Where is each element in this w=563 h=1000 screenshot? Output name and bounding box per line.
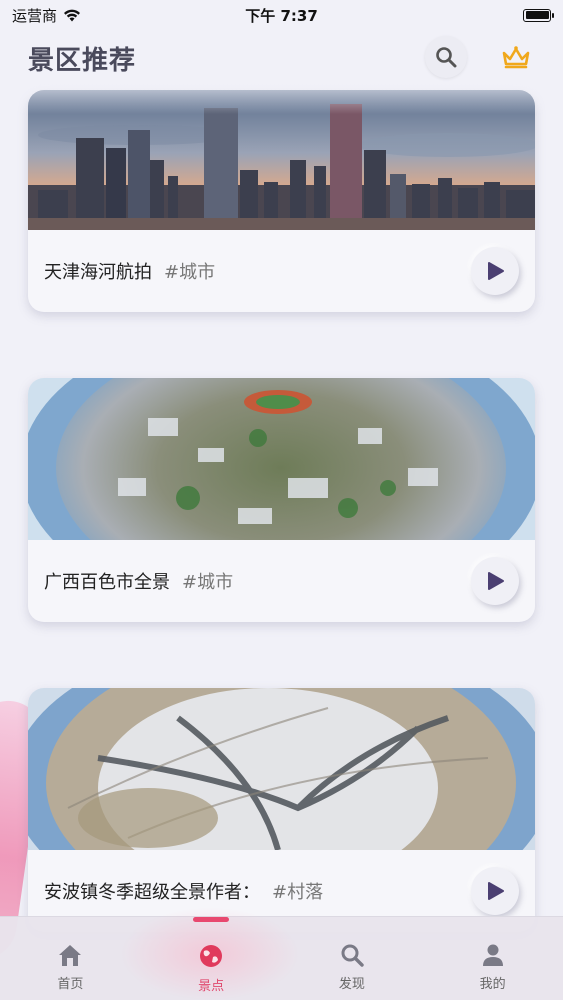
tab-profile[interactable]: 我的	[422, 917, 563, 1000]
play-icon	[488, 882, 504, 900]
tab-scenic[interactable]: 景点	[141, 917, 282, 1000]
tab-label: 发现	[338, 977, 365, 992]
tab-label: 我的	[479, 977, 506, 992]
card-tag: #城市	[164, 262, 216, 283]
tab-bar: 首页 景点 发现 我的	[0, 907, 563, 1000]
scenic-card[interactable]: 安波镇冬季超级全景作者： #村落	[28, 688, 535, 932]
header: 景区推荐	[0, 30, 563, 114]
play-button[interactable]	[471, 557, 519, 605]
tab-label: 首页	[57, 977, 84, 992]
play-icon	[488, 262, 504, 280]
battery-icon	[523, 8, 554, 22]
tiny-planet-city-photo	[28, 378, 535, 540]
person-icon	[482, 944, 503, 966]
home-icon	[59, 945, 82, 966]
card-title: 安波镇冬季超级全景作者：	[44, 882, 260, 903]
globe-icon	[200, 945, 223, 967]
scenic-card[interactable]: 天津海河航拍 #城市	[28, 90, 535, 312]
card-footer: 广西百色市全景 #城市	[28, 540, 535, 622]
vip-button[interactable]	[495, 36, 537, 78]
tiny-planet-snow-highway-photo	[28, 688, 535, 850]
crown-icon	[502, 46, 530, 69]
tab-home[interactable]: 首页	[0, 917, 141, 1000]
status-time: 下午 7:37	[245, 6, 318, 25]
play-button[interactable]	[471, 867, 519, 915]
wifi-icon	[64, 9, 81, 21]
tab-discover[interactable]: 发现	[282, 917, 423, 1000]
page-title: 景区推荐	[28, 46, 137, 76]
scenic-card[interactable]: 广西百色市全景 #城市	[28, 378, 535, 622]
active-tab-indicator	[193, 917, 230, 922]
search-button[interactable]	[425, 36, 467, 78]
tab-label: 景点	[198, 979, 225, 994]
card-title: 天津海河航拍	[44, 262, 152, 283]
search-icon	[436, 47, 457, 68]
card-tag: #城市	[182, 572, 234, 593]
card-tag: #村落	[272, 882, 324, 903]
search-icon	[341, 944, 364, 967]
card-title: 广西百色市全景	[44, 572, 170, 593]
play-icon	[488, 572, 504, 590]
card-footer: 天津海河航拍 #城市	[28, 230, 535, 312]
carrier-label: 运营商	[12, 6, 58, 25]
play-button[interactable]	[471, 247, 519, 295]
status-bar: 运营商 下午 7:37	[0, 0, 563, 30]
